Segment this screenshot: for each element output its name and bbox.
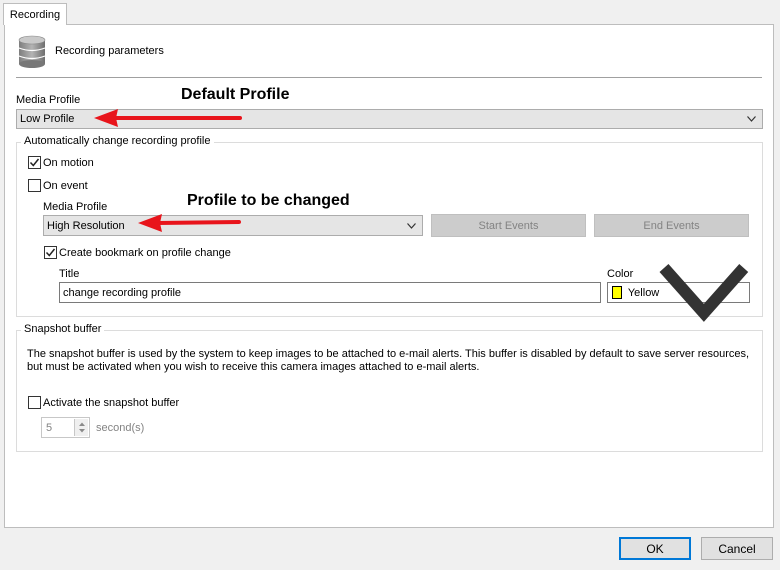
start-events-label: Start Events bbox=[478, 219, 539, 232]
seconds-value: 5 bbox=[46, 421, 53, 434]
on-event-checkbox[interactable] bbox=[28, 179, 41, 192]
tab-recording-label: Recording bbox=[9, 8, 61, 21]
color-label: Color bbox=[607, 268, 634, 280]
auto-media-profile-label: Media Profile bbox=[43, 201, 108, 213]
start-events-button[interactable]: Start Events bbox=[431, 214, 586, 237]
auto-media-profile-value: High Resolution bbox=[47, 219, 125, 232]
snapshot-group-title: Snapshot buffer bbox=[21, 323, 105, 335]
up-down-arrows-icon bbox=[79, 422, 85, 433]
seconds-stepper[interactable]: 5 bbox=[41, 417, 90, 438]
seconds-unit-label: second(s) bbox=[96, 422, 145, 434]
on-motion-checkbox[interactable] bbox=[28, 156, 41, 169]
color-value: Yellow bbox=[627, 286, 660, 299]
activate-snapshot-label: Activate the snapshot buffer bbox=[43, 397, 180, 409]
color-swatch bbox=[612, 286, 622, 299]
cancel-button-label: Cancel bbox=[718, 541, 756, 556]
color-select[interactable]: Yellow bbox=[607, 263, 750, 322]
media-profile-label: Media Profile bbox=[16, 94, 81, 106]
media-profile-value: Low Profile bbox=[20, 113, 75, 125]
cancel-button[interactable]: Cancel bbox=[701, 537, 773, 560]
checkmark-icon bbox=[45, 248, 56, 257]
database-icon bbox=[18, 35, 46, 69]
title-input[interactable]: change recording profile bbox=[59, 282, 601, 303]
auto-change-group-title: Automatically change recording profile bbox=[21, 135, 214, 147]
create-bookmark-label: Create bookmark on profile change bbox=[59, 247, 231, 259]
annotation-profile-changed: Profile to be changed bbox=[187, 192, 350, 209]
ok-button[interactable]: OK bbox=[619, 537, 691, 560]
red-arrow-icon bbox=[94, 109, 242, 127]
tab-recording[interactable]: Recording bbox=[3, 3, 67, 25]
snapshot-description: The snapshot buffer is used by the syste… bbox=[27, 348, 750, 373]
header-divider bbox=[16, 77, 762, 78]
page-title: Recording parameters bbox=[55, 45, 164, 57]
chevron-down-icon bbox=[659, 263, 749, 322]
activate-snapshot-checkbox[interactable] bbox=[28, 396, 41, 409]
ok-button-label: OK bbox=[646, 541, 664, 556]
title-input-value: change recording profile bbox=[63, 286, 182, 299]
chevron-down-icon bbox=[407, 222, 416, 229]
on-event-label: On event bbox=[43, 180, 88, 192]
end-events-button[interactable]: End Events bbox=[594, 214, 749, 237]
chevron-down-icon bbox=[747, 116, 756, 122]
stepper-arrows[interactable] bbox=[74, 419, 88, 436]
title-label: Title bbox=[59, 268, 80, 280]
end-events-label: End Events bbox=[643, 219, 700, 232]
on-motion-label: On motion bbox=[43, 157, 94, 169]
annotation-default-profile: Default Profile bbox=[181, 86, 290, 103]
checkmark-icon bbox=[29, 158, 40, 167]
red-arrow-icon bbox=[138, 214, 241, 232]
create-bookmark-checkbox[interactable] bbox=[44, 246, 57, 259]
